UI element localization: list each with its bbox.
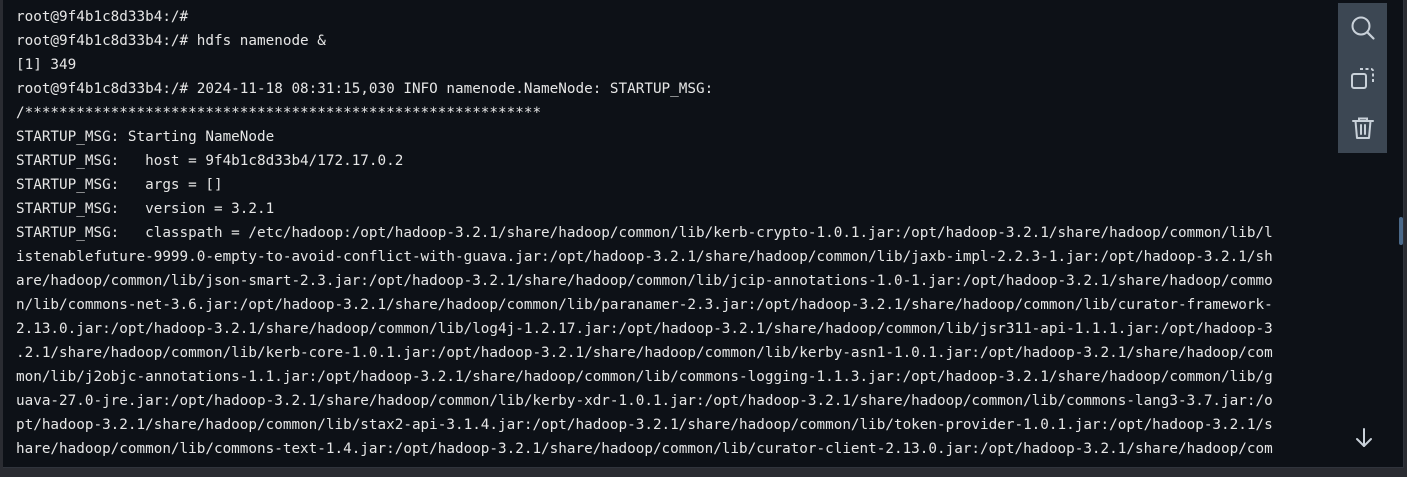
terminal-line: n/lib/commons-net-3.6.jar:/opt/hadoop-3.… — [16, 297, 1273, 313]
scrollbar-thumb[interactable] — [1399, 217, 1403, 245]
copy-button[interactable] — [1338, 53, 1387, 103]
terminal-line: .2.1/share/hadoop/common/lib/kerb-core-1… — [16, 345, 1273, 361]
terminal-line: STARTUP_MSG: classpath = /etc/hadoop:/op… — [16, 225, 1273, 241]
scroll-to-bottom-button[interactable] — [1348, 422, 1380, 454]
terminal-toolbar — [1338, 3, 1387, 153]
copy-icon — [1350, 68, 1374, 89]
terminal-line: pt/hadoop-3.2.1/share/hadoop/common/lib/… — [16, 417, 1273, 433]
terminal-line: are/hadoop/common/lib/json-smart-2.3.jar… — [16, 273, 1273, 289]
search-icon — [1351, 16, 1375, 40]
arrow-down-icon — [1356, 428, 1372, 447]
terminal-line: STARTUP_MSG: Starting NameNode — [16, 129, 275, 145]
terminal-output[interactable]: root@9f4b1c8d33b4:/# root@9f4b1c8d33b4:/#… — [16, 5, 1346, 461]
terminal-line: STARTUP_MSG: host = 9f4b1c8d33b4/172.17.… — [16, 153, 404, 169]
terminal-line: root@9f4b1c8d33b4:/# 2024-11-18 08:31:15… — [16, 81, 714, 97]
terminal-line: hare/hadoop/common/lib/commons-text-1.4.… — [16, 441, 1273, 457]
terminal-line: [1] 349 — [16, 57, 77, 73]
vertical-scrollbar[interactable] — [1398, 0, 1403, 467]
terminal-line: STARTUP_MSG: args = [] — [16, 177, 223, 193]
terminal-line: STARTUP_MSG: version = 3.2.1 — [16, 201, 275, 217]
clear-button[interactable] — [1338, 103, 1387, 153]
terminal-line: uava-27.0-jre.jar:/opt/hadoop-3.2.1/shar… — [16, 393, 1273, 409]
terminal-line: 2.13.0.jar:/opt/hadoop-3.2.1/share/hadoo… — [16, 321, 1273, 337]
terminal-line: root@9f4b1c8d33b4:/# — [16, 9, 189, 25]
terminal-window[interactable]: root@9f4b1c8d33b4:/# root@9f4b1c8d33b4:/#… — [3, 0, 1404, 468]
terminal-line: root@9f4b1c8d33b4:/# hdfs namenode & — [16, 33, 326, 49]
search-button[interactable] — [1338, 3, 1387, 53]
terminal-line: istenablefuture-9999.0-empty-to-avoid-co… — [16, 249, 1273, 265]
terminal-line: mon/lib/j2objc-annotations-1.1.jar:/opt/… — [16, 369, 1273, 385]
terminal-line: /***************************************… — [16, 105, 542, 121]
trash-icon — [1351, 117, 1374, 139]
